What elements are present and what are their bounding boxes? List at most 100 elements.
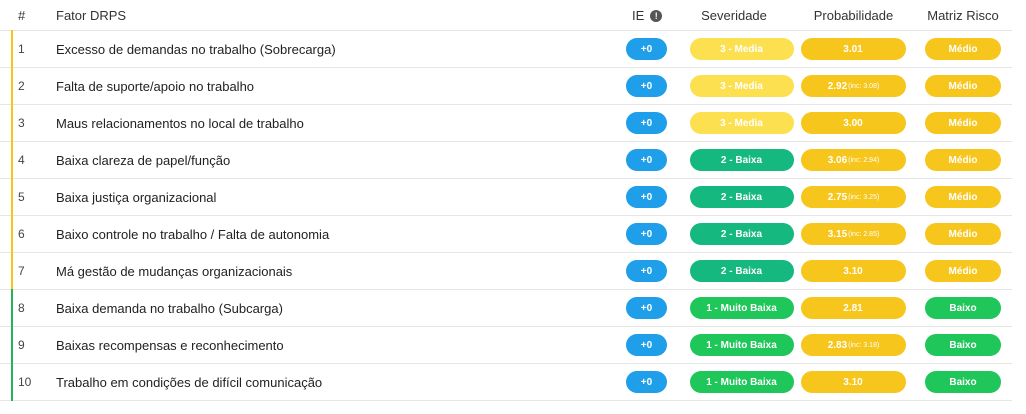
table-row: 7 Má gestão de mudanças organizacionais … <box>0 252 1012 290</box>
probability-value: 2.75 <box>827 191 848 203</box>
probability-badge: 2.81 <box>801 297 906 319</box>
table-row: 9 Baixas recompensas e reconhecimento +0… <box>0 326 1012 364</box>
risk-level-bar <box>11 363 13 401</box>
risk-matrix-badge: Médio <box>925 149 1001 171</box>
table-row: 10 Trabalho em condições de difícil comu… <box>0 363 1012 401</box>
severity-badge: 2 - Baixa <box>689 149 794 171</box>
header-risk-matrix: Matriz Risco <box>927 8 999 23</box>
risk-level-bar <box>11 215 13 253</box>
risk-matrix-badge: Médio <box>925 186 1001 208</box>
header-factor: Fator DRPS <box>56 8 127 23</box>
table-header: # Fator DRPS IE ! Severidade Probabilida… <box>0 0 1012 31</box>
risk-matrix-badge: Baixo <box>925 297 1001 319</box>
table-body: 1 Excesso de demandas no trabalho (Sobre… <box>0 30 1012 401</box>
severity-badge: 2 - Baixa <box>689 260 794 282</box>
factor-name: Baixa demanda no trabalho (Subcarga) <box>56 300 283 316</box>
table-row: 4 Baixa clareza de papel/função +0 2 - B… <box>0 141 1012 179</box>
probability-value: 2.81 <box>843 302 863 314</box>
probability-value: 3.01 <box>843 43 863 55</box>
risk-matrix-badge: Baixo <box>925 371 1001 393</box>
probability-badge: 2.83 (inc: 3.18) <box>801 334 906 356</box>
ie-badge[interactable]: +0 <box>626 297 667 319</box>
probability-value: 3.15 <box>827 228 848 240</box>
drps-risk-table: # Fator DRPS IE ! Severidade Probabilida… <box>0 0 1012 401</box>
factor-name: Baixa justiça organizacional <box>56 189 217 205</box>
probability-inc: (inc: 3.08) <box>848 82 880 90</box>
risk-level-bar <box>11 326 13 364</box>
factor-name: Baixas recompensas e reconhecimento <box>56 337 284 353</box>
risk-matrix-badge: Médio <box>925 223 1001 245</box>
table-row: 2 Falta de suporte/apoio no trabalho +0 … <box>0 67 1012 105</box>
info-icon[interactable]: ! <box>650 9 663 22</box>
probability-badge: 3.10 <box>801 260 906 282</box>
severity-badge: 1 - Muito Baixa <box>689 371 794 393</box>
factor-name: Má gestão de mudanças organizacionais <box>56 263 293 279</box>
header-ie: IE ! <box>632 0 663 31</box>
row-number: 4 <box>18 153 25 167</box>
factor-name: Baixo controle no trabalho / Falta de au… <box>56 226 330 242</box>
table-row: 1 Excesso de demandas no trabalho (Sobre… <box>0 30 1012 68</box>
risk-level-bar <box>11 67 13 105</box>
ie-badge[interactable]: +0 <box>626 260 667 282</box>
probability-value: 2.92 <box>827 80 848 92</box>
severity-badge: 1 - Muito Baixa <box>689 334 794 356</box>
ie-badge[interactable]: +0 <box>626 371 667 393</box>
severity-badge: 3 - Media <box>689 75 794 97</box>
risk-level-bar <box>11 141 13 179</box>
row-number: 6 <box>18 227 25 241</box>
ie-badge[interactable]: +0 <box>626 223 667 245</box>
ie-badge[interactable]: +0 <box>626 186 667 208</box>
table-row: 5 Baixa justiça organizacional +0 2 - Ba… <box>0 178 1012 216</box>
ie-badge[interactable]: +0 <box>626 334 667 356</box>
probability-inc: (inc: 2.85) <box>848 230 880 238</box>
severity-badge: 3 - Media <box>689 112 794 134</box>
ie-badge[interactable]: +0 <box>626 112 667 134</box>
factor-name: Baixa clareza de papel/função <box>56 152 231 168</box>
probability-inc: (inc: 3.25) <box>848 193 880 201</box>
risk-level-bar <box>11 289 13 327</box>
risk-level-bar <box>11 252 13 290</box>
risk-matrix-badge: Baixo <box>925 334 1001 356</box>
factor-name: Maus relacionamentos no local de trabalh… <box>56 115 304 131</box>
header-ie-label: IE <box>632 8 645 23</box>
row-number: 2 <box>18 79 25 93</box>
row-number: 3 <box>18 116 25 130</box>
severity-badge: 1 - Muito Baixa <box>689 297 794 319</box>
row-number: 9 <box>18 338 25 352</box>
table-row: 3 Maus relacionamentos no local de traba… <box>0 104 1012 142</box>
risk-matrix-badge: Médio <box>925 112 1001 134</box>
probability-badge: 3.15 (inc: 2.85) <box>801 223 906 245</box>
row-number: 7 <box>18 264 25 278</box>
ie-badge[interactable]: +0 <box>626 149 667 171</box>
severity-badge: 3 - Media <box>689 38 794 60</box>
probability-value: 3.00 <box>843 117 863 129</box>
row-number: 10 <box>18 375 32 389</box>
probability-value: 3.06 <box>827 154 848 166</box>
severity-badge: 2 - Baixa <box>689 186 794 208</box>
ie-badge[interactable]: +0 <box>626 38 667 60</box>
table-row: 8 Baixa demanda no trabalho (Subcarga) +… <box>0 289 1012 327</box>
risk-level-bar <box>11 178 13 216</box>
factor-name: Trabalho em condições de difícil comunic… <box>56 374 323 390</box>
probability-badge: 3.10 <box>801 371 906 393</box>
risk-matrix-badge: Médio <box>925 75 1001 97</box>
ie-badge[interactable]: +0 <box>626 75 667 97</box>
risk-level-bar <box>11 30 13 68</box>
table-row: 6 Baixo controle no trabalho / Falta de … <box>0 215 1012 253</box>
severity-badge: 2 - Baixa <box>689 223 794 245</box>
probability-badge: 3.00 <box>801 112 906 134</box>
probability-value: 3.10 <box>843 265 863 277</box>
factor-name: Excesso de demandas no trabalho (Sobreca… <box>56 41 336 57</box>
risk-level-bar <box>11 104 13 142</box>
header-num: # <box>18 8 26 23</box>
row-number: 8 <box>18 301 25 315</box>
risk-matrix-badge: Médio <box>925 260 1001 282</box>
probability-badge: 2.75 (inc: 3.25) <box>801 186 906 208</box>
probability-inc: (inc: 3.18) <box>848 341 880 349</box>
probability-badge: 3.01 <box>801 38 906 60</box>
header-probability: Probabilidade <box>813 8 894 23</box>
probability-badge: 2.92 (inc: 3.08) <box>801 75 906 97</box>
risk-matrix-badge: Médio <box>925 38 1001 60</box>
header-severity: Severidade <box>701 8 767 23</box>
probability-inc: (inc: 2.94) <box>848 156 880 164</box>
